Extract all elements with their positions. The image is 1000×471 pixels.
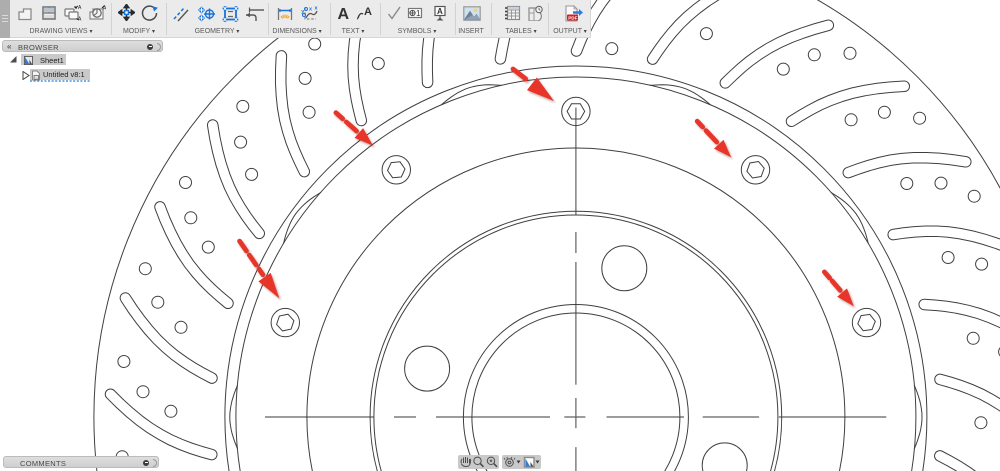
svg-text:A: A: [338, 6, 350, 21]
svg-text:A: A: [364, 6, 372, 18]
svg-text:A: A: [78, 17, 82, 22]
svg-text:A: A: [78, 5, 82, 11]
svg-text:PDF: PDF: [568, 15, 577, 20]
svg-text:1: 1: [416, 9, 421, 18]
svg-text:A: A: [103, 6, 106, 12]
svg-text:x: x: [315, 6, 319, 12]
svg-text:x: x: [309, 7, 313, 13]
svg-text:A: A: [437, 7, 443, 16]
